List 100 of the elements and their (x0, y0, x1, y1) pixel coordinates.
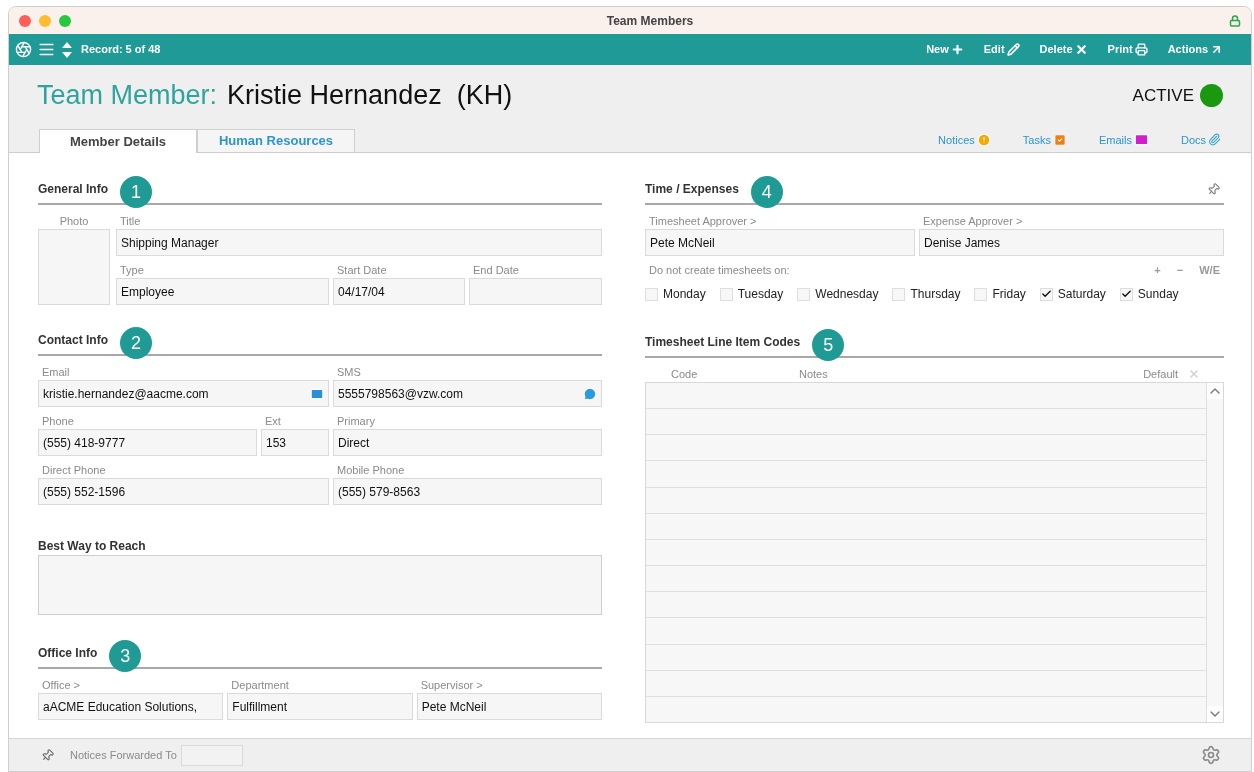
step-badge: 4 (750, 176, 783, 208)
table-row[interactable] (646, 670, 1206, 697)
section-heading: Best Way to Reach (38, 538, 146, 555)
list-icon[interactable] (38, 41, 55, 58)
aperture-icon[interactable] (15, 41, 32, 58)
close-button[interactable] (19, 14, 31, 27)
input-field[interactable]: (555) 552-1596 (38, 478, 329, 505)
input-field[interactable]: (555) 579-8563 (333, 478, 602, 505)
table-row[interactable] (646, 461, 1206, 488)
step-badge: 2 (120, 327, 152, 359)
window-title: Team Members (605, 12, 695, 30)
column-header: Notes (799, 366, 829, 382)
input-field[interactable] (180, 744, 243, 766)
field-label: Do not create timesheets on: (648, 262, 791, 278)
field-label: Department (230, 678, 290, 693)
input-field[interactable]: (555) 418-9777 (38, 429, 257, 456)
field-label: Ext (264, 414, 282, 429)
checkbox-icon (1052, 132, 1067, 147)
printer-icon (1134, 43, 1148, 56)
field-label: Start Date (336, 263, 388, 278)
section-heading: Time / Expenses (645, 181, 739, 198)
input-field[interactable]: kristie.hernandez@aacme.com (38, 380, 329, 407)
field-label: Email (41, 365, 71, 380)
input-field[interactable]: Pete McNeil (645, 229, 915, 256)
input-field[interactable] (469, 278, 602, 305)
checkbox-label: Tuesday (737, 286, 784, 303)
scroll-down-icon[interactable] (1207, 706, 1223, 722)
scroll-up-icon[interactable] (1207, 383, 1223, 399)
lock-icon (1229, 14, 1241, 27)
arrow-icon (1210, 43, 1223, 56)
checkbox[interactable] (1039, 287, 1053, 301)
input-field[interactable]: Denise James (919, 229, 1224, 256)
checkbox-label: Saturday (1057, 286, 1106, 303)
checkbox[interactable] (719, 287, 733, 301)
input-field[interactable]: 5555798563@vzw.com (333, 380, 602, 407)
pencil-icon (1006, 43, 1020, 56)
step-badge: 3 (109, 640, 142, 672)
footer-label: Notices Forwarded To (70, 747, 177, 763)
field-label: Direct Phone (41, 463, 107, 478)
sort-arrows-icon[interactable] (61, 40, 73, 59)
checkbox-label: Friday (992, 286, 1026, 303)
scrollbar[interactable] (1206, 383, 1223, 722)
table-row[interactable] (646, 513, 1206, 540)
record-counter: Record: 5 of 48 (81, 42, 161, 58)
section-heading: Timesheet Line Item Codes (645, 334, 801, 351)
checkbox[interactable] (645, 287, 658, 301)
input-field[interactable]: Shipping Manager (116, 229, 602, 256)
field-label: Mobile Phone (336, 463, 406, 478)
checkbox[interactable] (797, 287, 811, 301)
alert-icon (976, 132, 991, 147)
input-field[interactable]: Fulfillment (227, 693, 413, 720)
field-label: Office > (41, 678, 81, 693)
photo-placeholder[interactable] (38, 229, 110, 305)
checkbox[interactable] (974, 287, 988, 301)
column-header: Code (671, 366, 699, 382)
step-badge: 1 (120, 176, 152, 208)
section-heading: Office Info (38, 645, 98, 662)
field-label: Phone (41, 414, 75, 429)
text-area[interactable] (38, 555, 602, 615)
column-header: Default (1143, 366, 1178, 382)
clear-icon[interactable] (1188, 368, 1200, 380)
table-row[interactable] (646, 487, 1206, 514)
table-row[interactable] (646, 644, 1206, 671)
settings-icon[interactable] (1201, 745, 1221, 765)
zoom-button[interactable] (59, 14, 71, 27)
page-title-prefix: Team Member: (37, 79, 218, 113)
field-label: Type (119, 263, 145, 278)
status-label: ACTIVE (1132, 84, 1194, 107)
checkbox-label: Thursday (910, 286, 961, 303)
table-row[interactable] (646, 435, 1206, 462)
close-icon (1074, 43, 1088, 56)
input-field[interactable]: 04/17/04 (333, 278, 465, 305)
field-label: Expense Approver > (922, 214, 1024, 229)
minimize-button[interactable] (39, 14, 51, 27)
input-field[interactable]: Direct (333, 429, 602, 456)
field-label: Primary (336, 414, 376, 429)
table-row[interactable] (646, 409, 1206, 436)
tab[interactable]: Member Details (39, 129, 197, 153)
field-label: Timesheet Approver > (648, 214, 758, 229)
chat-icon[interactable] (583, 386, 597, 401)
field-label: Photo (58, 214, 90, 229)
table-row[interactable] (646, 566, 1206, 593)
table-row[interactable] (646, 618, 1206, 645)
field-label: SMS (336, 365, 362, 380)
checkbox-label: Monday (663, 286, 706, 303)
member-name: Kristie Hernandez (KH) (227, 79, 513, 113)
input-field[interactable]: aACME Education Solutions, (38, 693, 224, 720)
step-badge: 5 (812, 329, 845, 361)
input-field[interactable]: 153 (261, 429, 329, 456)
field-label: Supervisor > (419, 678, 484, 693)
input-field[interactable]: Employee (116, 278, 329, 305)
checkbox[interactable] (892, 287, 906, 301)
plus-icon (950, 43, 964, 56)
input-field[interactable]: Pete McNeil (416, 693, 602, 720)
checkbox-label: Wednesday (815, 286, 879, 303)
checkbox-label: Sunday (1137, 286, 1179, 303)
section-heading: Contact Info (38, 332, 108, 349)
table-row[interactable] (646, 539, 1206, 567)
table-row[interactable] (646, 592, 1206, 619)
checkbox[interactable] (1119, 287, 1133, 301)
